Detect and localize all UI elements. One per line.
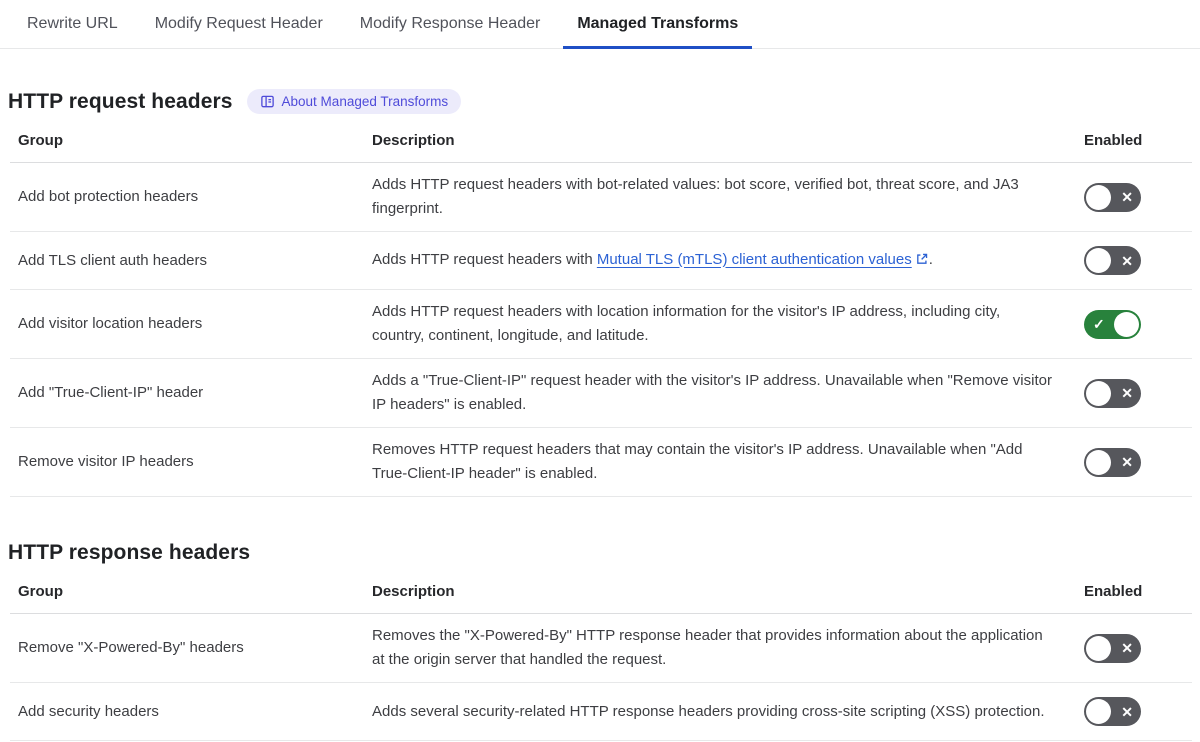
toggle-bot-protection-headers[interactable]: ✕ — [1084, 182, 1141, 212]
table-row-x-powered-by: Remove "X-Powered-By" headers Removes th… — [10, 614, 1192, 683]
description-cell: Adds several security-related HTTP respo… — [372, 702, 1045, 720]
response-headers-table: Group Description Enabled Remove "X-Powe… — [10, 575, 1192, 741]
x-icon: ✕ — [1121, 703, 1133, 720]
table-row-security-headers: Add security headers Adds several securi… — [10, 683, 1192, 741]
table-header-row: Group Description Enabled — [10, 575, 1192, 614]
toggle-remove-x-powered-by[interactable]: ✕ — [1084, 633, 1141, 663]
column-header-group: Group — [18, 583, 63, 600]
column-header-enabled: Enabled — [1084, 132, 1143, 149]
description-cell: Removes the "X-Powered-By" HTTP response… — [372, 627, 1043, 668]
description-cell: Adds HTTP request headers with location … — [372, 303, 1001, 344]
request-headers-section-head: HTTP request headers About Managed Trans… — [8, 89, 1200, 114]
description-text: Adds HTTP request headers with — [372, 250, 597, 268]
toggle-knob — [1086, 449, 1111, 475]
toggle-knob — [1114, 311, 1139, 337]
about-badge-label: About Managed Transforms — [281, 94, 449, 109]
toggle-knob — [1086, 699, 1111, 724]
group-cell: Add security headers — [18, 702, 159, 720]
group-cell: Add bot protection headers — [18, 188, 199, 205]
x-icon: ✕ — [1121, 454, 1133, 470]
table-row-remove-visitor-ip: Remove visitor IP headers Removes HTTP r… — [10, 428, 1192, 497]
mtls-docs-link[interactable]: Mutual TLS (mTLS) client authentication … — [597, 251, 912, 268]
response-headers-title: HTTP response headers — [8, 541, 251, 564]
description-cell: Adds HTTP request headers with Mutual TL… — [372, 238, 1084, 284]
tab-modify-request-header[interactable]: Modify Request Header — [141, 0, 337, 48]
group-cell: Add "True-Client-IP" header — [18, 384, 204, 401]
toggle-knob — [1086, 184, 1111, 210]
group-cell: Remove visitor IP headers — [18, 453, 194, 470]
external-link-icon — [915, 250, 929, 274]
description-cell: Removes HTTP request headers that may co… — [372, 441, 1023, 482]
description-text: . — [928, 250, 933, 268]
toggle-visitor-location-headers[interactable]: ✓ — [1084, 309, 1141, 339]
book-icon — [260, 94, 275, 109]
table-row-true-client-ip: Add "True-Client-IP" header Adds a "True… — [10, 359, 1192, 428]
toggle-tls-client-auth-headers[interactable]: ✕ — [1084, 246, 1141, 275]
toggle-knob — [1086, 635, 1111, 661]
toggle-knob — [1086, 380, 1111, 406]
column-header-enabled: Enabled — [1084, 583, 1143, 600]
request-headers-table: Group Description Enabled Add bot protec… — [10, 124, 1192, 497]
group-cell: Add TLS client auth headers — [18, 251, 208, 269]
x-icon: ✕ — [1121, 252, 1133, 269]
tab-managed-transforms[interactable]: Managed Transforms — [563, 0, 753, 49]
column-header-group: Group — [18, 132, 63, 149]
response-headers-section-head: HTTP response headers — [8, 541, 1200, 565]
toggle-true-client-ip-header[interactable]: ✕ — [1084, 378, 1141, 408]
request-headers-title: HTTP request headers — [8, 89, 233, 113]
description-cell: Adds HTTP request headers with bot-relat… — [372, 176, 1019, 217]
table-row-bot-protection: Add bot protection headers Adds HTTP req… — [10, 163, 1192, 232]
table-header-row: Group Description Enabled — [10, 124, 1192, 163]
column-header-description: Description — [372, 132, 455, 149]
table-row-visitor-location: Add visitor location headers Adds HTTP r… — [10, 290, 1192, 359]
tab-modify-response-header[interactable]: Modify Response Header — [346, 0, 555, 48]
description-cell: Adds a "True-Client-IP" request header w… — [372, 372, 1052, 413]
toggle-remove-visitor-ip-headers[interactable]: ✕ — [1084, 447, 1141, 477]
about-managed-transforms-badge[interactable]: About Managed Transforms — [246, 89, 462, 114]
tab-rewrite-url[interactable]: Rewrite URL — [13, 0, 132, 48]
check-icon: ✓ — [1093, 316, 1105, 332]
group-cell: Remove "X-Powered-By" headers — [18, 639, 244, 656]
x-icon: ✕ — [1121, 385, 1133, 401]
table-row-tls-client-auth: Add TLS client auth headers Adds HTTP re… — [10, 232, 1192, 290]
group-cell: Add visitor location headers — [18, 315, 203, 332]
transform-rules-tabbar: Rewrite URL Modify Request Header Modify… — [0, 0, 1200, 49]
column-header-description: Description — [372, 583, 455, 600]
toggle-knob — [1086, 248, 1111, 273]
x-icon: ✕ — [1121, 640, 1133, 656]
x-icon: ✕ — [1121, 189, 1133, 205]
toggle-add-security-headers[interactable]: ✕ — [1084, 697, 1141, 726]
